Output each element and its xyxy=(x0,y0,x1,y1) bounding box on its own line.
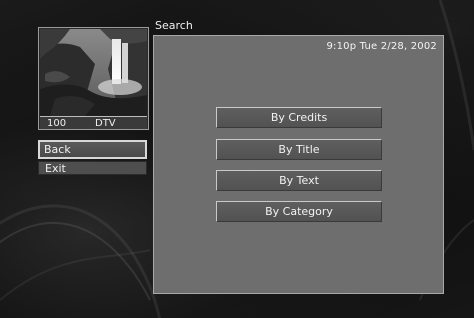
channel-preview[interactable]: 100 DTV xyxy=(38,27,149,130)
search-by-title-button[interactable]: By Title xyxy=(216,139,382,160)
channel-label: DTV xyxy=(95,117,116,129)
exit-button[interactable]: Exit xyxy=(38,161,147,175)
tv-guide-screen: 100 DTV Back Exit Search 9:10p Tue 2/28,… xyxy=(0,0,474,318)
back-button[interactable]: Back xyxy=(38,140,147,159)
search-by-text-button[interactable]: By Text xyxy=(216,170,382,191)
clock-display: 9:10p Tue 2/28, 2002 xyxy=(326,41,437,52)
search-by-category-button[interactable]: By Category xyxy=(216,201,382,222)
channel-info-bar: 100 DTV xyxy=(40,116,147,129)
waterfall-preview-image xyxy=(40,29,147,116)
search-by-credits-button[interactable]: By Credits xyxy=(216,107,382,128)
search-panel: 9:10p Tue 2/28, 2002 By Credits By Title… xyxy=(153,35,444,294)
page-title: Search xyxy=(155,19,193,32)
channel-number: 100 xyxy=(47,117,67,129)
